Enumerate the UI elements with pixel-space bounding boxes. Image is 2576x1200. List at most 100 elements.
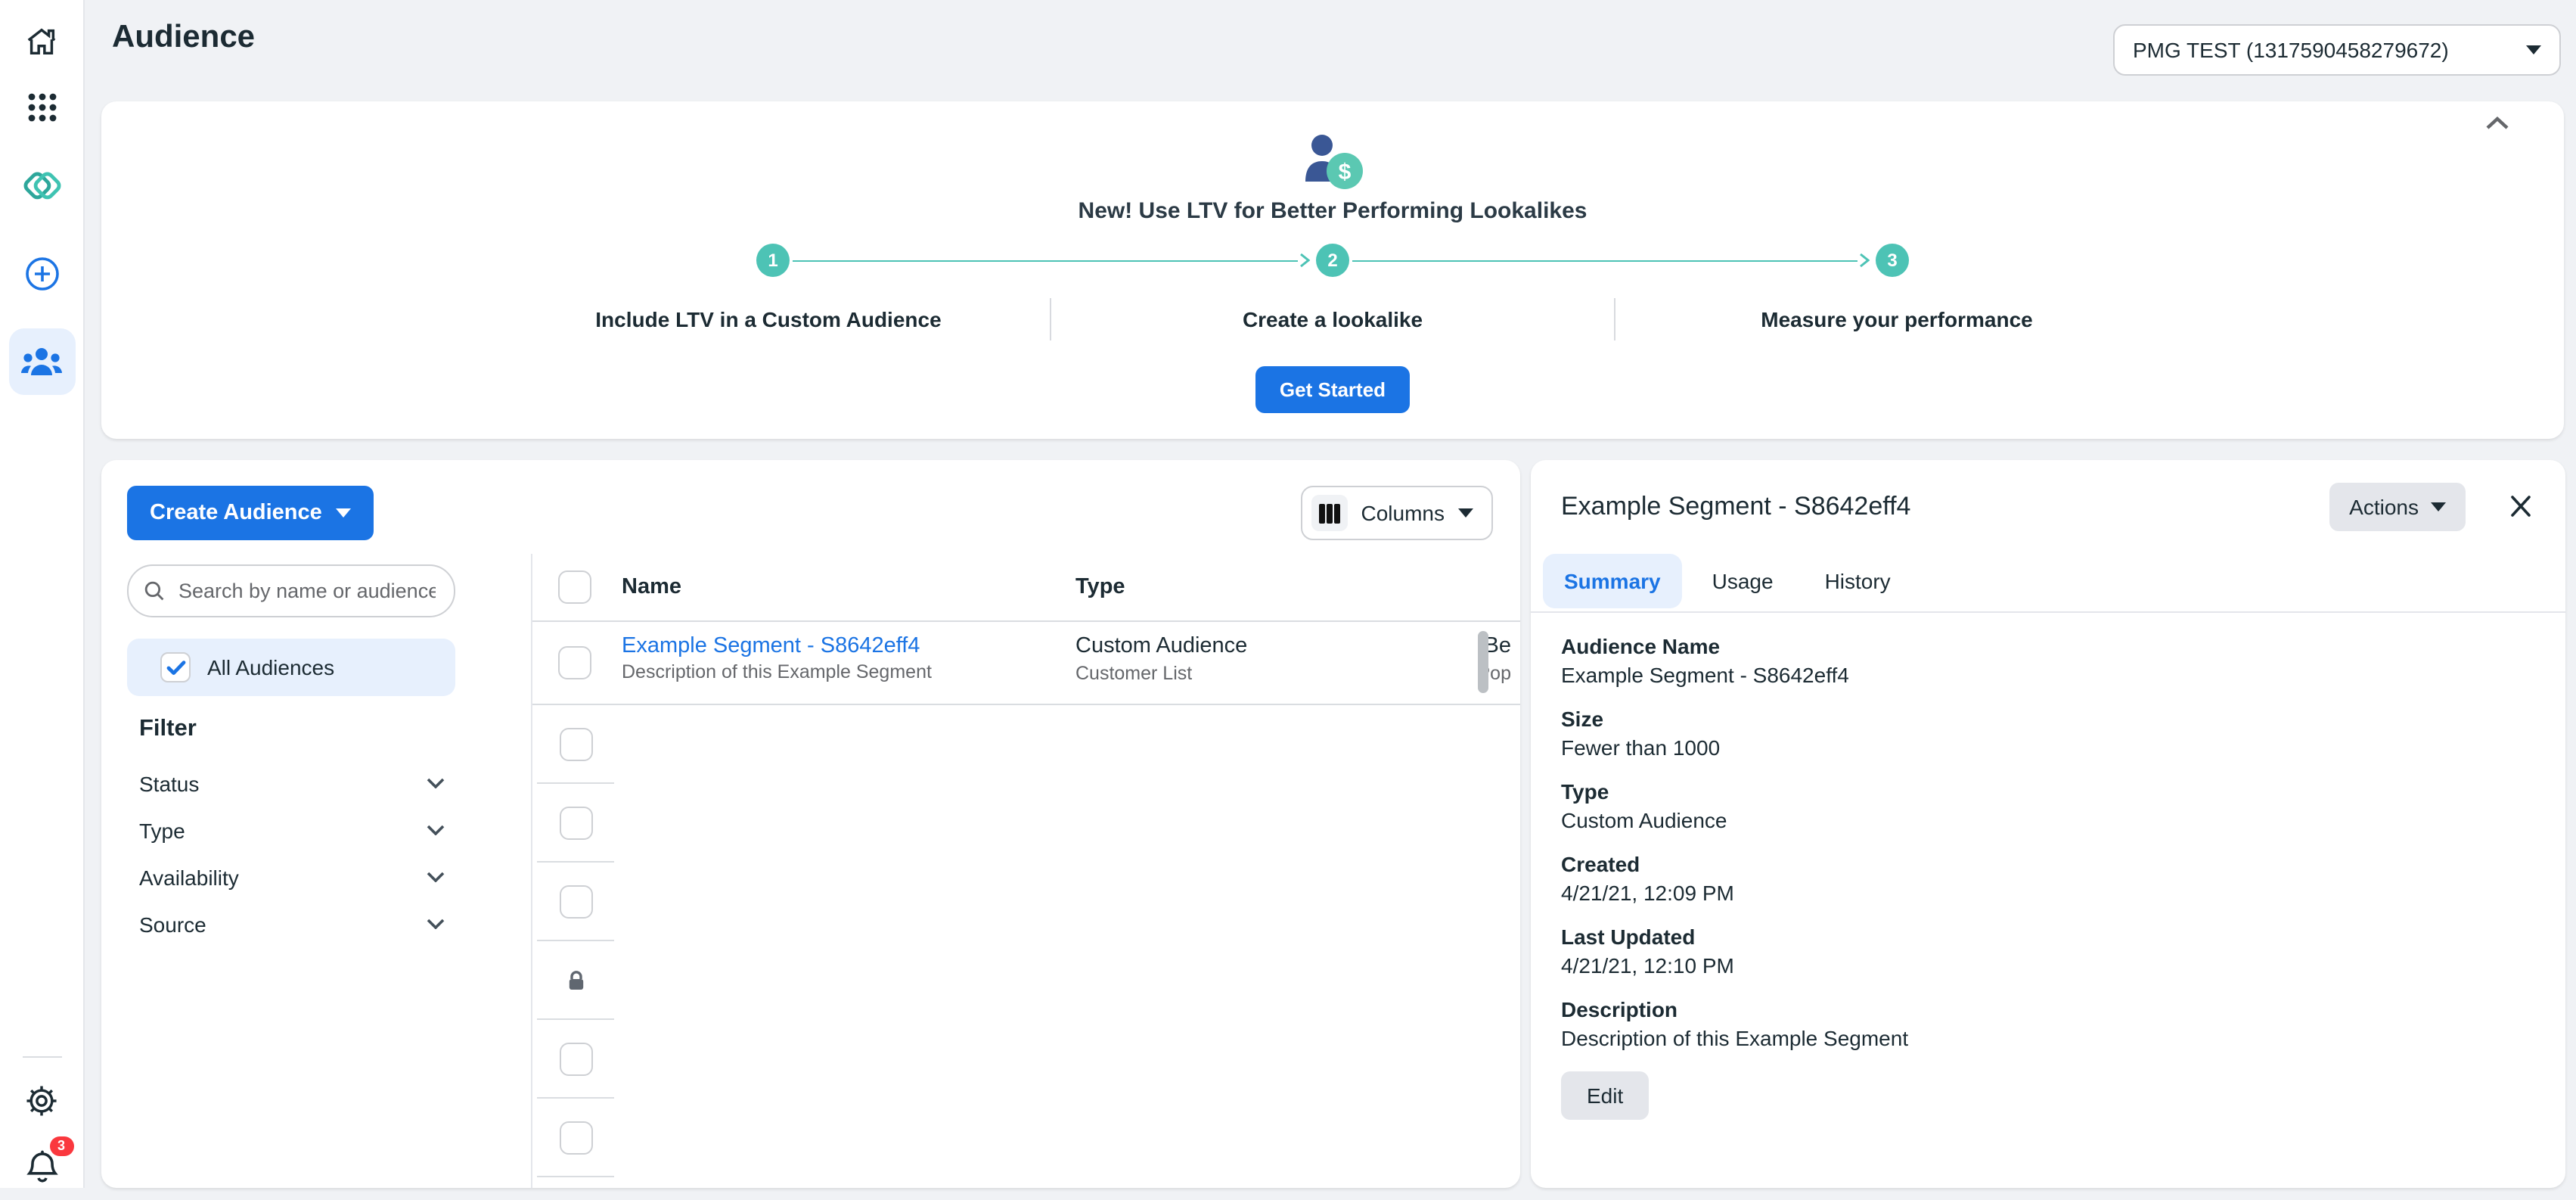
- chevron-down-icon: [427, 825, 445, 835]
- tab-usage[interactable]: Usage: [1691, 554, 1795, 608]
- close-icon: [2509, 495, 2532, 518]
- all-audiences-label: All Audiences: [207, 655, 334, 679]
- step-connector: [793, 253, 1313, 268]
- step-label-3: Measure your performance: [1614, 298, 2178, 340]
- field-type: Type Custom Audience: [1561, 778, 2535, 835]
- filter-availability[interactable]: Availability: [139, 853, 445, 900]
- caret-down-icon: [336, 508, 351, 518]
- sidebar-item-audiences[interactable]: [8, 328, 75, 395]
- audience-details-panel: Example Segment - S8642eff4 Actions Summ…: [1531, 460, 2565, 1188]
- field-created: Created 4/21/21, 12:09 PM: [1561, 850, 2535, 908]
- details-title: Example Segment - S8642eff4: [1561, 492, 1910, 522]
- tab-history[interactable]: History: [1804, 554, 1912, 608]
- select-all-checkbox[interactable]: [558, 570, 591, 604]
- chevron-down-icon: [427, 872, 445, 882]
- field-label: Created: [1561, 850, 2535, 879]
- field-label: Last Updated: [1561, 923, 2535, 952]
- row-checkbox[interactable]: [558, 646, 591, 679]
- search-icon: [144, 580, 165, 602]
- row-checkbox[interactable]: [559, 884, 592, 918]
- tab-summary[interactable]: Summary: [1543, 554, 1682, 608]
- notification-badge: 3: [49, 1136, 73, 1156]
- actions-button[interactable]: Actions: [2329, 483, 2466, 531]
- field-size: Size Fewer than 1000: [1561, 705, 2535, 763]
- field-description: Description Description of this Example …: [1561, 996, 2535, 1053]
- filter-type[interactable]: Type: [139, 807, 445, 853]
- banner-steps: 1 2 3: [101, 244, 2564, 277]
- filter-source[interactable]: Source: [139, 900, 445, 947]
- caret-down-icon: [2526, 45, 2541, 54]
- sidebar-item-settings[interactable]: [8, 1067, 75, 1133]
- field-value: 4/21/21, 12:10 PM: [1561, 952, 2535, 981]
- audience-type-cell: Custom Audience Customer List: [1075, 634, 1247, 684]
- step-circle-2: 2: [1316, 244, 1349, 277]
- field-audience-name: Audience Name Example Segment - S8642eff…: [1561, 633, 2535, 690]
- audiences-icon: [21, 347, 62, 377]
- field-label: Type: [1561, 778, 2535, 807]
- sidebar-item-home[interactable]: [8, 8, 75, 74]
- svg-text:$: $: [1339, 160, 1352, 185]
- table-row[interactable]: Example Segment - S8642eff4 Description …: [532, 622, 1520, 705]
- step-circle-3: 3: [1876, 244, 1909, 277]
- field-value: Example Segment - S8642eff4: [1561, 661, 2535, 690]
- checkmark-icon: [166, 659, 185, 676]
- sidebar-item-notifications[interactable]: 3: [8, 1133, 75, 1200]
- audience-description: Description of this Example Segment: [622, 661, 932, 682]
- audience-name-link[interactable]: Example Segment - S8642eff4: [622, 634, 932, 658]
- field-value: Custom Audience: [1561, 807, 2535, 835]
- table-row-placeholder: [532, 705, 1520, 784]
- create-audience-button[interactable]: Create Audience: [127, 486, 374, 540]
- audience-page: 3 Audience PMG TEST (1317590458279672) $…: [0, 0, 2576, 1188]
- apps-grid-icon: [25, 91, 58, 124]
- filter-status-label: Status: [139, 771, 199, 795]
- chevron-up-icon: [2485, 117, 2509, 130]
- field-label: Description: [1561, 996, 2535, 1024]
- page-title: Audience: [112, 20, 255, 56]
- table-row-placeholder: [532, 863, 1520, 941]
- create-audience-label: Create Audience: [150, 501, 322, 525]
- sidebar-item-ads-manager[interactable]: [8, 153, 75, 219]
- get-started-button[interactable]: Get Started: [1255, 366, 1410, 413]
- table-row-placeholder: [532, 1020, 1520, 1099]
- home-icon: [24, 23, 59, 58]
- row-checkbox[interactable]: [559, 727, 592, 760]
- arrow-right-icon: [1859, 253, 1870, 268]
- audience-table: Name Type Example Segment - S8642eff4 De…: [531, 554, 1520, 1188]
- left-nav-rail: 3: [0, 0, 85, 1188]
- sidebar-item-apps[interactable]: [8, 74, 75, 141]
- filter-title: Filter: [139, 716, 197, 743]
- filter-list: Status Type Availability Source: [139, 760, 445, 947]
- account-selector-value: PMG TEST (1317590458279672): [2133, 38, 2526, 62]
- columns-icon: [1311, 495, 1348, 531]
- arrow-right-icon: [1299, 253, 1310, 268]
- sidebar-item-create[interactable]: [8, 241, 75, 307]
- audience-list-card: Create Audience Columns All Audiences Fi…: [101, 460, 1520, 1188]
- vertical-scrollbar-thumb[interactable]: [1478, 631, 1488, 693]
- actions-label: Actions: [2349, 495, 2419, 519]
- row-checkbox[interactable]: [559, 1121, 592, 1154]
- gear-icon: [24, 1083, 59, 1118]
- filter-source-label: Source: [139, 912, 206, 936]
- filter-status[interactable]: Status: [139, 760, 445, 807]
- field-value: Description of this Example Segment: [1561, 1024, 2535, 1053]
- chevron-down-icon: [427, 778, 445, 788]
- field-label: Size: [1561, 705, 2535, 734]
- search-input[interactable]: [175, 578, 439, 604]
- table-row-placeholder-locked: [532, 941, 1520, 1020]
- row-checkbox[interactable]: [559, 1042, 592, 1075]
- field-label: Audience Name: [1561, 633, 2535, 661]
- step-circle-1: 1: [756, 244, 790, 277]
- table-row-placeholder: [532, 1099, 1520, 1177]
- row-checkbox[interactable]: [559, 806, 592, 839]
- all-audiences-checkbox[interactable]: [160, 652, 191, 682]
- collapse-banner-button[interactable]: [2485, 117, 2509, 130]
- columns-button[interactable]: Columns: [1301, 486, 1494, 540]
- edit-button[interactable]: Edit: [1561, 1071, 1649, 1120]
- table-header-row: Name Type: [532, 554, 1520, 622]
- close-panel-button[interactable]: [2509, 495, 2532, 518]
- step-connector: [1352, 253, 1873, 268]
- audience-subtype: Customer List: [1075, 663, 1247, 684]
- all-audiences-toggle[interactable]: All Audiences: [127, 639, 455, 696]
- account-selector[interactable]: PMG TEST (1317590458279672): [2113, 24, 2561, 76]
- audience-search[interactable]: [127, 564, 455, 617]
